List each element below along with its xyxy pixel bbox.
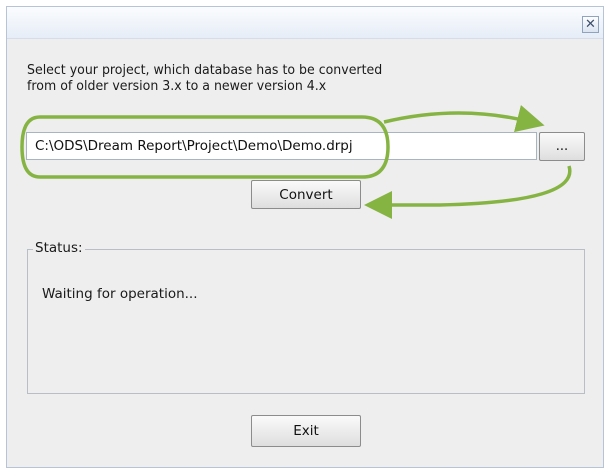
status-message: Waiting for operation...	[42, 286, 198, 302]
close-button[interactable]: ✕	[582, 16, 599, 33]
browse-button[interactable]: ...	[539, 132, 585, 161]
status-legend: Status:	[33, 240, 85, 256]
title-bar: ✕	[7, 7, 603, 39]
convert-button[interactable]: Convert	[251, 180, 361, 209]
instruction-line-2: from of older version 3.x to a newer ver…	[27, 78, 327, 94]
exit-button[interactable]: Exit	[251, 415, 361, 447]
status-group: Status: Waiting for operation...	[27, 240, 585, 394]
close-icon: ✕	[585, 17, 596, 32]
project-path-input[interactable]	[26, 132, 537, 160]
instruction-text: Select your project, which database has …	[27, 62, 511, 94]
instruction-line-1: Select your project, which database has …	[27, 62, 383, 78]
